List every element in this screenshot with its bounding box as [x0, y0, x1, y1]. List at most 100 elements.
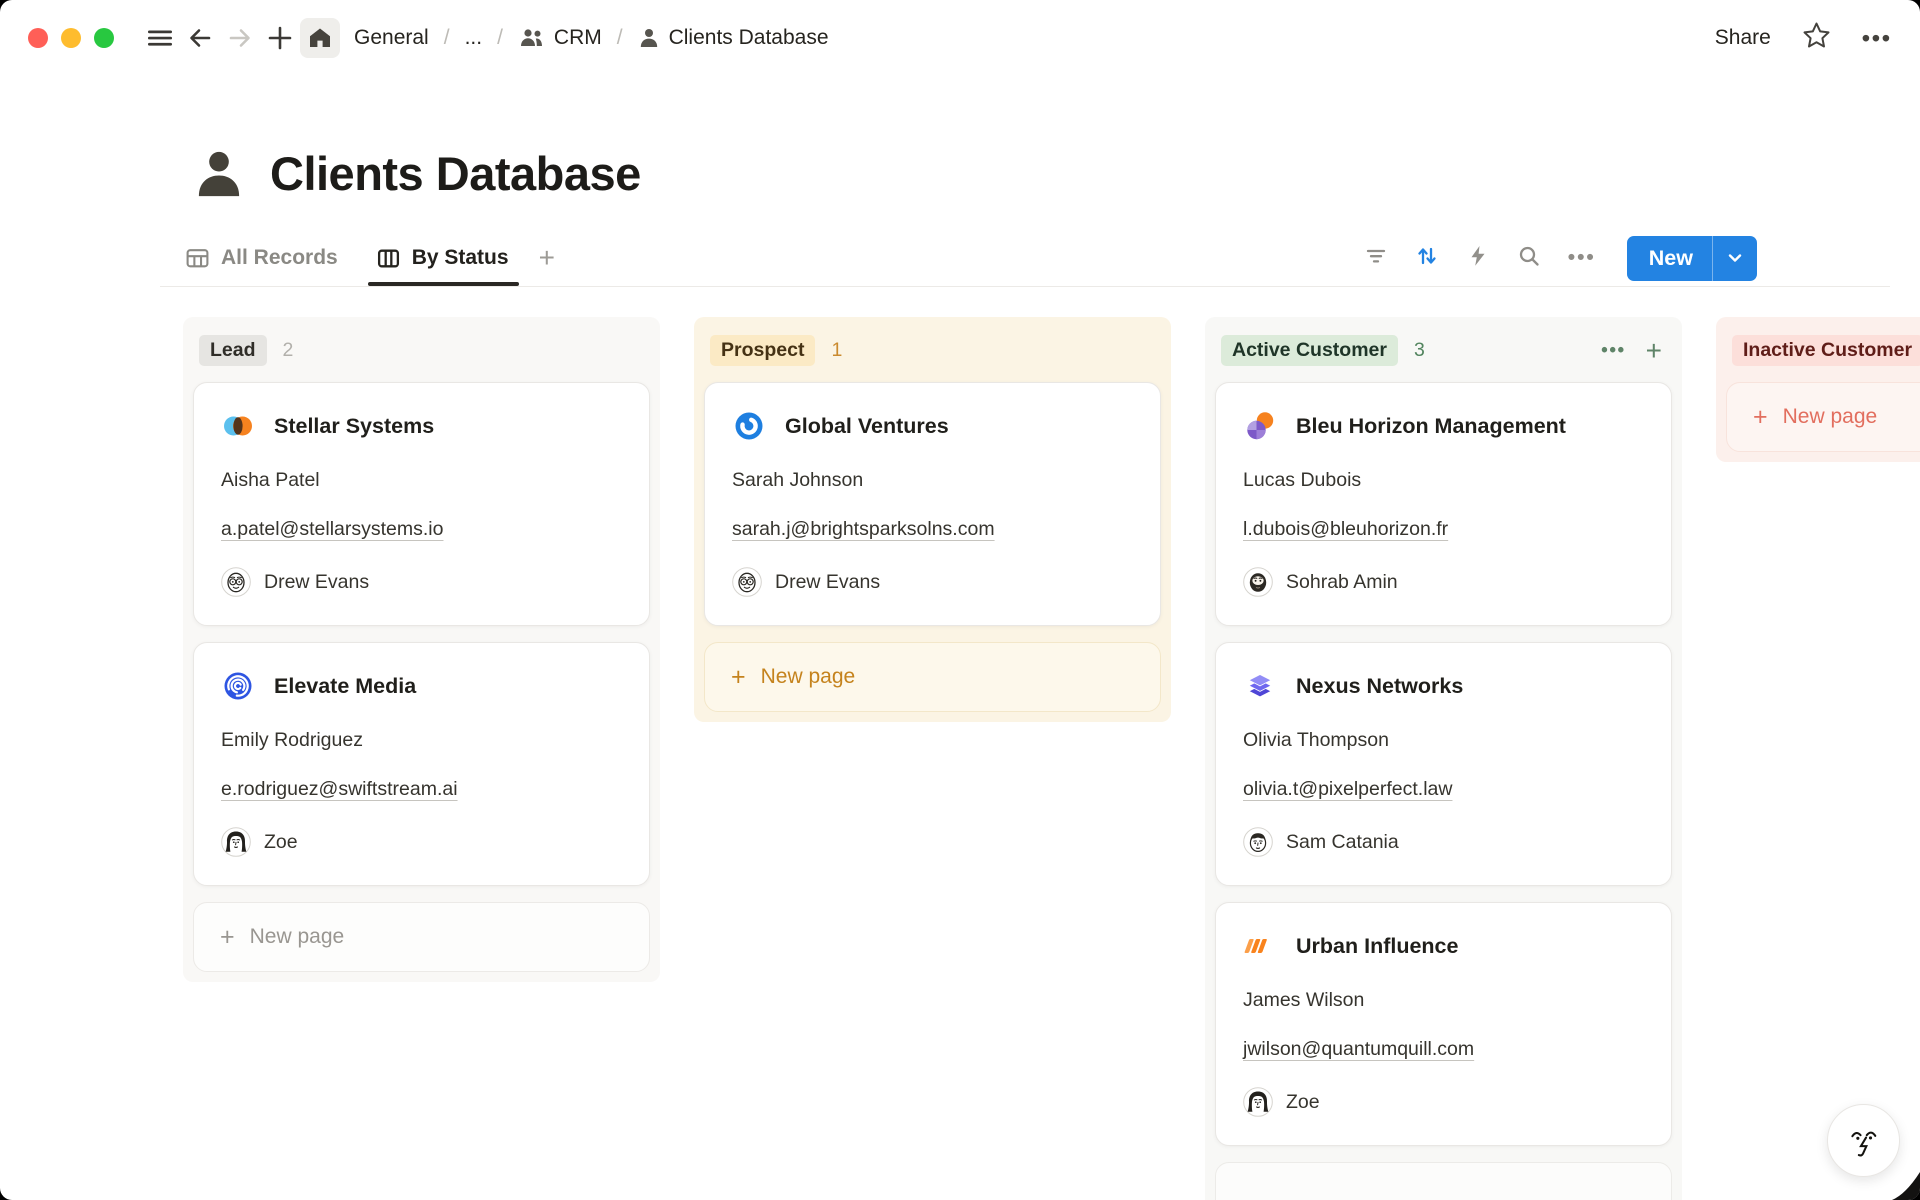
- avatar-sohrab-amin: [1243, 567, 1273, 597]
- record-card-global-ventures[interactable]: Global Ventures Sarah Johnson sarah.j@br…: [704, 382, 1161, 626]
- orange-purple-pie-icon: [1243, 409, 1277, 443]
- orange-slashes-icon: [1243, 929, 1277, 963]
- automation-lightning-icon[interactable]: [1466, 244, 1490, 273]
- new-tab-icon[interactable]: [260, 18, 300, 58]
- new-record-button[interactable]: New: [1627, 236, 1757, 281]
- plus-icon: +: [220, 923, 235, 952]
- home-icon[interactable]: [300, 18, 340, 58]
- minimize-window-button[interactable]: [61, 28, 81, 48]
- company-name: Global Ventures: [785, 414, 949, 439]
- company-name: Nexus Networks: [1296, 674, 1463, 699]
- avatar-sam-catania: [1243, 827, 1273, 857]
- tab-label: All Records: [221, 246, 338, 270]
- person-icon: [638, 27, 660, 49]
- company-name: Bleu Horizon Management: [1296, 414, 1566, 439]
- breadcrumb-item-clients-database[interactable]: Clients Database: [632, 26, 835, 50]
- new-page-button[interactable]: + New page: [704, 642, 1161, 712]
- mouse-cursor: [1886, 1170, 1920, 1200]
- breadcrumb-separator: /: [492, 26, 508, 50]
- close-window-button[interactable]: [28, 28, 48, 48]
- column-add-card-icon[interactable]: +: [1646, 341, 1662, 361]
- tab-label: By Status: [412, 246, 509, 270]
- plus-icon: +: [1753, 403, 1768, 432]
- column-count: 2: [283, 339, 294, 362]
- forward-arrow-icon[interactable]: [220, 18, 260, 58]
- record-card-nexus-networks[interactable]: Nexus Networks Olivia Thompson olivia.t@…: [1215, 642, 1672, 886]
- assistant-face-button[interactable]: [1827, 1104, 1900, 1177]
- contact-name: James Wilson: [1243, 989, 1644, 1012]
- contact-email[interactable]: l.dubois@bleuhorizon.fr: [1243, 518, 1644, 541]
- contact-name: Aisha Patel: [221, 469, 622, 492]
- back-arrow-icon[interactable]: [180, 18, 220, 58]
- column-count: 3: [1414, 339, 1425, 362]
- board-icon: [376, 246, 401, 271]
- new-page-button[interactable]: + New page: [193, 902, 650, 972]
- page-header: Clients Database: [192, 146, 1920, 201]
- view-options-icon[interactable]: •••: [1568, 246, 1596, 270]
- breadcrumb-item-collapsed[interactable]: ...: [459, 26, 489, 50]
- new-button-label: New: [1627, 236, 1712, 281]
- column-lead: Lead 2 Stellar Systems Aisha Patel a.pat…: [183, 317, 660, 982]
- company-name: Stellar Systems: [274, 414, 434, 439]
- column-header[interactable]: Prospect 1: [704, 327, 1161, 382]
- table-icon: [185, 246, 210, 271]
- company-name: Urban Influence: [1296, 934, 1458, 959]
- new-page-button[interactable]: [1215, 1162, 1672, 1200]
- company-name: Elevate Media: [274, 674, 416, 699]
- tab-all-records[interactable]: All Records: [185, 246, 338, 271]
- menu-icon[interactable]: [140, 18, 180, 58]
- avatar-drew-evans: [221, 567, 251, 597]
- favorite-star-icon[interactable]: [1801, 20, 1832, 56]
- people-icon: [518, 27, 545, 49]
- status-badge: Lead: [199, 335, 267, 366]
- avatar-zoe: [221, 827, 251, 857]
- add-view-icon[interactable]: +: [539, 242, 555, 274]
- contact-name: Emily Rodriguez: [221, 729, 622, 752]
- contact-name: Olivia Thompson: [1243, 729, 1644, 752]
- breadcrumb-item-general[interactable]: General: [348, 26, 435, 50]
- new-page-button[interactable]: + New page: [1726, 382, 1920, 452]
- owner-name: Drew Evans: [264, 571, 369, 594]
- person-icon: [192, 147, 246, 201]
- contact-name: Sarah Johnson: [732, 469, 1133, 492]
- window-titlebar: General / ... / CRM / Clients Database S…: [0, 0, 1920, 76]
- column-prospect: Prospect 1 Global Ventures Sarah Johnson…: [694, 317, 1171, 722]
- record-card-elevate-media[interactable]: Elevate Media Emily Rodriguez e.rodrigue…: [193, 642, 650, 886]
- owner-name: Sam Catania: [1286, 831, 1399, 854]
- face-logo-icon: [1838, 1115, 1890, 1167]
- status-badge: Prospect: [710, 335, 815, 366]
- filter-icon[interactable]: [1364, 244, 1388, 273]
- new-page-label: New page: [761, 665, 856, 689]
- record-card-urban-influence[interactable]: Urban Influence James Wilson jwilson@qua…: [1215, 902, 1672, 1146]
- zoom-window-button[interactable]: [94, 28, 114, 48]
- breadcrumb-separator: /: [439, 26, 455, 50]
- share-button[interactable]: Share: [1715, 26, 1771, 50]
- kanban-board: Lead 2 Stellar Systems Aisha Patel a.pat…: [0, 317, 1920, 1200]
- owner-name: Zoe: [1286, 1091, 1320, 1114]
- owner-name: Drew Evans: [775, 571, 880, 594]
- contact-email[interactable]: sarah.j@brightsparksolns.com: [732, 518, 1133, 541]
- chevron-down-icon[interactable]: [1713, 236, 1757, 281]
- column-options-icon[interactable]: •••: [1601, 340, 1625, 362]
- new-page-label: New page: [250, 925, 345, 949]
- record-card-stellar-systems[interactable]: Stellar Systems Aisha Patel a.patel@stel…: [193, 382, 650, 626]
- column-header[interactable]: Inactive Customer: [1726, 327, 1920, 382]
- owner-name: Zoe: [264, 831, 298, 854]
- view-toolbar: ••• New: [1364, 236, 1757, 281]
- search-icon[interactable]: [1517, 244, 1541, 273]
- sort-icon[interactable]: [1415, 244, 1439, 273]
- more-options-icon[interactable]: •••: [1862, 25, 1892, 52]
- column-header[interactable]: Lead 2: [193, 327, 650, 382]
- contact-email[interactable]: jwilson@quantumquill.com: [1243, 1038, 1644, 1061]
- blue-refresh-icon: [732, 409, 766, 443]
- owner-name: Sohrab Amin: [1286, 571, 1398, 594]
- column-header[interactable]: Active Customer 3 ••• +: [1215, 327, 1672, 382]
- column-inactive-customer: Inactive Customer + New page: [1716, 317, 1920, 462]
- contact-email[interactable]: a.patel@stellarsystems.io: [221, 518, 622, 541]
- contact-email[interactable]: olivia.t@pixelperfect.law: [1243, 778, 1644, 801]
- tab-by-status[interactable]: By Status: [376, 246, 509, 271]
- traffic-lights: [28, 28, 114, 48]
- record-card-bleu-horizon[interactable]: Bleu Horizon Management Lucas Dubois l.d…: [1215, 382, 1672, 626]
- contact-email[interactable]: e.rodriguez@swiftstream.ai: [221, 778, 622, 801]
- breadcrumb-item-crm[interactable]: CRM: [512, 26, 608, 50]
